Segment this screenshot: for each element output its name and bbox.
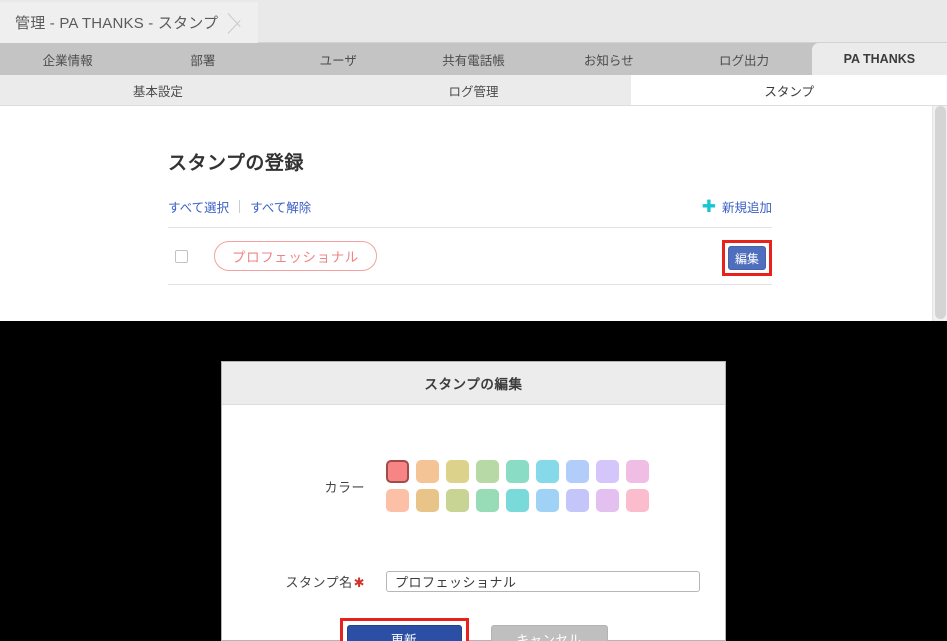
edit-button[interactable]: 編集: [728, 246, 766, 270]
stamp-name-label: スタンプ名✱: [222, 572, 365, 591]
color-swatch-2-8[interactable]: [596, 489, 619, 512]
modal-header: スタンプの編集: [222, 362, 725, 405]
subtab-stamp[interactable]: スタンプ: [631, 75, 947, 105]
stamp-name-input[interactable]: [386, 571, 700, 592]
tab-pa-thanks[interactable]: PA THANKS: [811, 43, 947, 75]
stamp-registration-card: スタンプの登録 すべて選択 すべて解除 ✚ 新規追加 プロフェッショナル 編集: [168, 148, 772, 285]
toolbar-divider: [239, 199, 241, 213]
breadcrumb-text: 管理 - PA THANKS - スタンプ: [15, 15, 219, 32]
color-swatch-grid: [386, 460, 649, 512]
modal-title: スタンプの編集: [424, 377, 523, 392]
content-area: スタンプの登録 すべて選択 すべて解除 ✚ 新規追加 プロフェッショナル 編集: [0, 106, 947, 321]
color-field-label: カラー: [324, 479, 365, 495]
tab-label: 部署: [190, 53, 216, 68]
color-swatch-1-4[interactable]: [476, 460, 499, 483]
page-content: 管理 - PA THANKS - スタンプ 企業情報 部署 ユーザ 共有電話帳 …: [0, 0, 947, 321]
color-swatch-1-1[interactable]: [386, 460, 409, 483]
vertical-scrollbar[interactable]: [932, 106, 947, 321]
tab-label: 企業情報: [42, 53, 93, 68]
tab-user[interactable]: ユーザ: [270, 43, 406, 75]
stamp-name-field: スタンプ名✱: [222, 571, 725, 592]
tab-label: ログ出力: [719, 53, 770, 68]
row-checkbox[interactable]: [175, 249, 188, 263]
tab-department[interactable]: 部署: [135, 43, 271, 75]
color-swatch-1-2[interactable]: [416, 460, 439, 483]
update-button[interactable]: 更新: [346, 625, 462, 641]
color-swatch-2-1[interactable]: [386, 489, 409, 512]
subtab-label: スタンプ: [764, 84, 814, 99]
table-row: プロフェッショナル 編集: [168, 228, 772, 284]
required-marker: ✱: [353, 575, 365, 590]
color-swatch-1-3[interactable]: [446, 460, 469, 483]
color-swatch-1-9[interactable]: [626, 460, 649, 483]
color-swatch-2-6[interactable]: [536, 489, 559, 512]
tab-shared-phonebook[interactable]: 共有電話帳: [405, 43, 542, 75]
subtab-label: 基本設定: [132, 84, 183, 99]
app-root: 管理 - PA THANKS - スタンプ 企業情報 部署 ユーザ 共有電話帳 …: [0, 0, 947, 641]
stamp-chip[interactable]: プロフェッショナル: [214, 241, 377, 271]
chevron-right-icon: [222, 2, 252, 43]
color-swatch-2-5[interactable]: [506, 489, 529, 512]
deselect-all-link[interactable]: すべて解除: [250, 197, 311, 216]
tab-company-info[interactable]: 企業情報: [0, 43, 136, 75]
color-swatch-2-2[interactable]: [416, 489, 439, 512]
primary-tab-bar: 企業情報 部署 ユーザ 共有電話帳 お知らせ ログ出力 PA THANKS: [0, 43, 947, 75]
color-swatch-2-4[interactable]: [476, 489, 499, 512]
page-title: スタンプの登録: [168, 153, 304, 174]
update-button-highlight: 更新: [339, 618, 469, 641]
scrollbar-thumb[interactable]: [935, 106, 946, 319]
breadcrumb[interactable]: 管理 - PA THANKS - スタンプ: [0, 2, 259, 43]
modal-action-bar: 更新 キャンセル: [222, 618, 725, 641]
secondary-tab-bar: 基本設定 ログ管理 スタンプ: [0, 75, 947, 106]
color-swatch-2-9[interactable]: [626, 489, 649, 512]
subtab-label: ログ管理: [448, 84, 499, 99]
color-swatch-row-1: [386, 460, 649, 483]
tab-label: PA THANKS: [843, 52, 916, 66]
list-toolbar: すべて選択 すべて解除 ✚ 新規追加: [168, 196, 772, 216]
tab-label: ユーザ: [319, 53, 357, 68]
modal-body: カラー スタンプ名✱ プロフェッショナル 更新 キャンセル: [222, 405, 725, 641]
color-swatch-1-8[interactable]: [596, 460, 619, 483]
stamp-name-label-text: スタンプ名: [285, 575, 353, 590]
color-swatch-1-6[interactable]: [536, 460, 559, 483]
color-swatch-1-5[interactable]: [506, 460, 529, 483]
color-swatch-2-3[interactable]: [446, 489, 469, 512]
tab-notice[interactable]: お知らせ: [541, 43, 677, 75]
plus-icon: ✚: [701, 196, 716, 216]
subtab-basic-settings[interactable]: 基本設定: [0, 75, 316, 105]
subtab-log-management[interactable]: ログ管理: [315, 75, 632, 105]
row-bottom-divider: [168, 284, 772, 285]
breadcrumb-bar: 管理 - PA THANKS - スタンプ: [0, 0, 947, 43]
tab-log-export[interactable]: ログ出力: [676, 43, 812, 75]
color-swatch-1-7[interactable]: [566, 460, 589, 483]
tab-label: 共有電話帳: [442, 53, 505, 68]
add-new-label: 新規追加: [721, 200, 772, 215]
color-swatch-2-7[interactable]: [566, 489, 589, 512]
select-all-link[interactable]: すべて選択: [168, 197, 229, 216]
color-swatch-row-2: [386, 489, 649, 512]
tab-label: お知らせ: [583, 53, 634, 68]
color-field: カラー: [222, 460, 725, 512]
edit-stamp-modal: スタンプの編集 カラー スタンプ名✱ プロフェッショナル 更新 キャンセル: [221, 361, 726, 641]
cancel-button[interactable]: キャンセル: [490, 625, 608, 641]
add-new-button[interactable]: ✚ 新規追加: [702, 197, 772, 216]
edit-button-highlight: 編集: [722, 240, 772, 276]
